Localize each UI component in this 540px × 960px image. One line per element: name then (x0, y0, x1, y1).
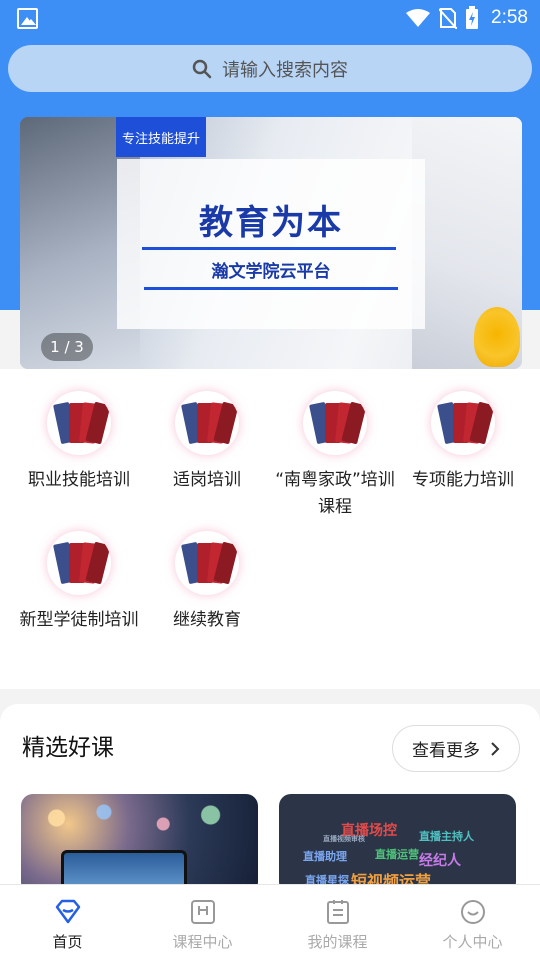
smiley-profile-icon (459, 898, 487, 926)
category-item[interactable]: 新型学徒制培训 (12, 531, 146, 634)
books-icon (47, 531, 111, 595)
clock: 2:58 (491, 7, 528, 28)
banner-divider (144, 287, 398, 290)
search-icon (192, 59, 212, 78)
category-label: 继续教育 (173, 610, 241, 630)
nav-label: 我的课程 (307, 933, 368, 951)
search-placeholder: 请输入搜索内容 (222, 59, 348, 81)
category-item[interactable]: 职业技能培训 (12, 391, 146, 494)
books-icon (175, 391, 239, 455)
banner-title: 教育为本 (199, 203, 343, 243)
category-item[interactable]: 继续教育 (140, 531, 274, 634)
word-cloud-term: 直播主持人 (419, 830, 474, 843)
category-item[interactable]: 专项能力培训 (396, 391, 530, 494)
course-card-image[interactable] (21, 794, 258, 894)
gallery-notification-icon (17, 8, 38, 29)
flower-decoration (474, 307, 520, 367)
course-center-icon (189, 898, 217, 926)
banner-card (117, 159, 425, 329)
see-more-label: 查看更多 (412, 741, 480, 761)
books-icon (47, 391, 111, 455)
nav-profile[interactable]: 个人中心 (405, 885, 540, 960)
word-cloud-term: 直播视频审核 (323, 835, 365, 843)
wifi-icon (406, 9, 431, 27)
category-label: 新型学徒制培训 (19, 610, 139, 630)
word-cloud-term: 经纪人 (419, 853, 461, 869)
category-label: 职业技能培训 (28, 470, 130, 490)
search-bar[interactable]: 请输入搜索内容 (8, 45, 532, 92)
status-indicators: 2:58 (405, 6, 528, 30)
category-label: 适岗培训 (173, 470, 241, 490)
nav-my-courses[interactable]: 我的课程 (270, 885, 405, 960)
banner-tag: 专注技能提升 (116, 117, 206, 157)
category-grid: 职业技能培训 适岗培训 “南粤家政”培训课程 专项能力培训 新型学徒制培训 继续… (0, 369, 540, 689)
books-icon (431, 391, 495, 455)
category-label: 专项能力培训 (412, 470, 514, 490)
banner-divider (142, 247, 396, 250)
category-label: “南粤家政”培训课程 (275, 470, 395, 517)
course-card-image[interactable]: 直播场控 直播主持人 直播助理 直播运营 经纪人 直播星探 短视频运营 直播视频… (279, 794, 516, 894)
nav-label: 首页 (52, 933, 83, 951)
nav-course-center[interactable]: 课程中心 (135, 885, 270, 960)
books-icon (175, 531, 239, 595)
category-item[interactable]: 适岗培训 (140, 391, 274, 494)
banner-carousel[interactable]: 专注技能提升 教育为本 瀚文学院云平台 1 / 3 (20, 117, 522, 369)
nav-label: 课程中心 (172, 933, 233, 951)
word-cloud-term: 直播助理 (303, 850, 347, 863)
bottom-nav: 首页 课程中心 我的课程 个人中心 (0, 884, 540, 960)
banner-subtitle: 瀚文学院云平台 (211, 262, 331, 282)
bokeh-lights (21, 794, 258, 854)
home-diamond-icon (54, 898, 82, 926)
my-courses-icon (324, 898, 352, 926)
chevron-right-icon (491, 741, 500, 756)
banner-pager: 1 / 3 (41, 333, 93, 361)
nav-home[interactable]: 首页 (0, 885, 135, 960)
section-title: 精选好课 (22, 735, 114, 761)
status-bar: 2:58 (0, 0, 540, 38)
no-sim-icon (439, 8, 458, 29)
see-more-button[interactable]: 查看更多 (392, 725, 520, 772)
battery-charging-icon (466, 6, 479, 29)
books-icon (303, 391, 367, 455)
category-item[interactable]: “南粤家政”培训课程 (268, 391, 402, 521)
nav-label: 个人中心 (442, 933, 503, 951)
word-cloud-term: 直播运营 (375, 848, 419, 861)
